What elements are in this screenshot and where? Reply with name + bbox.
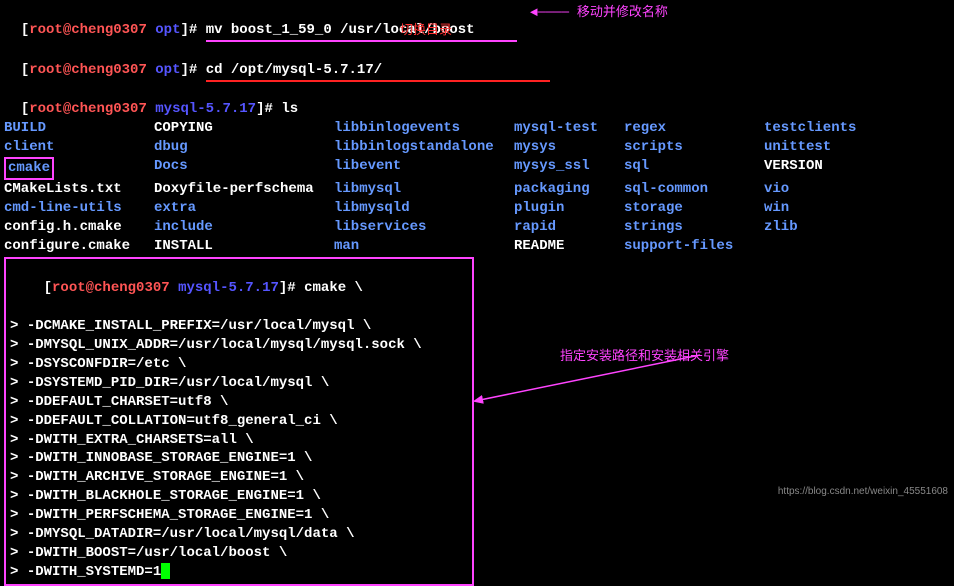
ls-entry: VERSION: [764, 157, 884, 180]
ls-entry: [764, 237, 884, 256]
cmake-continuation-line: > -DMYSQL_DATADIR=/usr/local/mysql/data …: [10, 525, 468, 544]
cmake-command-box: [root@cheng0307 mysql-5.7.17]# cmake \ >…: [4, 257, 474, 586]
ls-entry: config.h.cmake: [4, 218, 154, 237]
ls-row: BUILDCOPYINGlibbinlogeventsmysql-testreg…: [4, 119, 950, 138]
ls-entry: cmd-line-utils: [4, 199, 154, 218]
ls-row: configure.cmakeINSTALLmanREADMEsupport-f…: [4, 237, 950, 256]
ls-entry: libbinlogevents: [334, 119, 514, 138]
ls-entry: unittest: [764, 138, 884, 157]
ls-entry: BUILD: [4, 119, 154, 138]
ls-entry: libevent: [334, 157, 514, 180]
ls-entry: sql: [624, 157, 764, 180]
terminal-line-3: [root@cheng0307 mysql-5.7.17]# ls: [4, 82, 950, 120]
ls-entry: cmake: [4, 157, 154, 180]
ls-entry: extra: [154, 199, 334, 218]
ls-row: CMakeLists.txtDoxyfile-perfschemalibmysq…: [4, 180, 950, 199]
ls-entry: README: [514, 237, 624, 256]
ls-entry: mysys: [514, 138, 624, 157]
ls-entry: testclients: [764, 119, 884, 138]
cmake-continuation-line: > -DDEFAULT_CHARSET=utf8 \: [10, 393, 468, 412]
cmake-continuation-line: > -DSYSTEMD_PID_DIR=/usr/local/mysql \: [10, 374, 468, 393]
cmake-continuation-line: > -DDEFAULT_COLLATION=utf8_general_ci \: [10, 412, 468, 431]
ls-entry: Docs: [154, 157, 334, 180]
ls-entry: include: [154, 218, 334, 237]
cmake-continuation-line: > -DWITH_EXTRA_CHARSETS=all \: [10, 431, 468, 450]
ls-entry: dbug: [154, 138, 334, 157]
ls-entry: INSTALL: [154, 237, 334, 256]
ls-entry: configure.cmake: [4, 237, 154, 256]
ls-entry: libservices: [334, 218, 514, 237]
cmake-continuation-line: > -DWITH_SYSTEMD=1: [10, 563, 468, 582]
ls-entry: rapid: [514, 218, 624, 237]
annotation-cd: 切换目录: [400, 22, 452, 40]
ls-entry: support-files: [624, 237, 764, 256]
terminal-line-2: [root@cheng0307 opt]# cd /opt/mysql-5.7.…: [4, 42, 950, 82]
ls-entry: COPYING: [154, 119, 334, 138]
cmake-continuation-line: > -DWITH_PERFSCHEMA_STORAGE_ENGINE=1 \: [10, 506, 468, 525]
cmake-continuation-line: > -DWITH_BLACKHOLE_STORAGE_ENGINE=1 \: [10, 487, 468, 506]
ls-entry: man: [334, 237, 514, 256]
cmake-continuation-line: > -DSYSCONFDIR=/etc \: [10, 355, 468, 374]
cmake-continuation-line: > -DWITH_INNOBASE_STORAGE_ENGINE=1 \: [10, 449, 468, 468]
ls-output: BUILDCOPYINGlibbinlogeventsmysql-testreg…: [4, 119, 950, 255]
ls-entry: mysys_ssl: [514, 157, 624, 180]
annotation-cmake: 指定安装路径和安装相关引擎: [560, 348, 729, 366]
cmake-continuation-line: > -DCMAKE_INSTALL_PREFIX=/usr/local/mysq…: [10, 317, 468, 336]
ls-entry: plugin: [514, 199, 624, 218]
ls-entry: regex: [624, 119, 764, 138]
terminal-line-1: [root@cheng0307 opt]# mv boost_1_59_0 /u…: [4, 2, 950, 42]
ls-entry: win: [764, 199, 884, 218]
ls-entry: libbinlogstandalone: [334, 138, 514, 157]
ls-entry: client: [4, 138, 154, 157]
ls-entry: strings: [624, 218, 764, 237]
ls-row: config.h.cmakeincludelibservicesrapidstr…: [4, 218, 950, 237]
ls-entry: mysql-test: [514, 119, 624, 138]
watermark: https://blog.csdn.net/weixin_45551608: [778, 485, 948, 499]
ls-entry: sql-common: [624, 180, 764, 199]
cmake-continuation-line: > -DWITH_BOOST=/usr/local/boost \: [10, 544, 468, 563]
terminal-line-cmake-prompt: [root@cheng0307 mysql-5.7.17]# cmake \: [10, 261, 468, 318]
ls-row: cmake Docslibeventmysys_sslsqlVERSION: [4, 157, 950, 180]
ls-entry: zlib: [764, 218, 884, 237]
ls-entry: libmysql: [334, 180, 514, 199]
ls-entry: libmysqld: [334, 199, 514, 218]
ls-entry: packaging: [514, 180, 624, 199]
ls-entry: CMakeLists.txt: [4, 180, 154, 199]
cursor: [161, 563, 170, 579]
annotation-move-rename: ◄──── 移动并修改名称: [530, 4, 668, 22]
ls-entry: scripts: [624, 138, 764, 157]
cmake-continuation-line: > -DWITH_ARCHIVE_STORAGE_ENGINE=1 \: [10, 468, 468, 487]
ls-entry: storage: [624, 199, 764, 218]
cmake-continuation-line: > -DMYSQL_UNIX_ADDR=/usr/local/mysql/mys…: [10, 336, 468, 355]
ls-entry: vio: [764, 180, 884, 199]
ls-row: clientdbuglibbinlogstandalonemysysscript…: [4, 138, 950, 157]
ls-entry: Doxyfile-perfschema: [154, 180, 334, 199]
ls-row: cmd-line-utilsextralibmysqldpluginstorag…: [4, 199, 950, 218]
ls-entry-cmake-highlighted: cmake: [4, 157, 54, 180]
